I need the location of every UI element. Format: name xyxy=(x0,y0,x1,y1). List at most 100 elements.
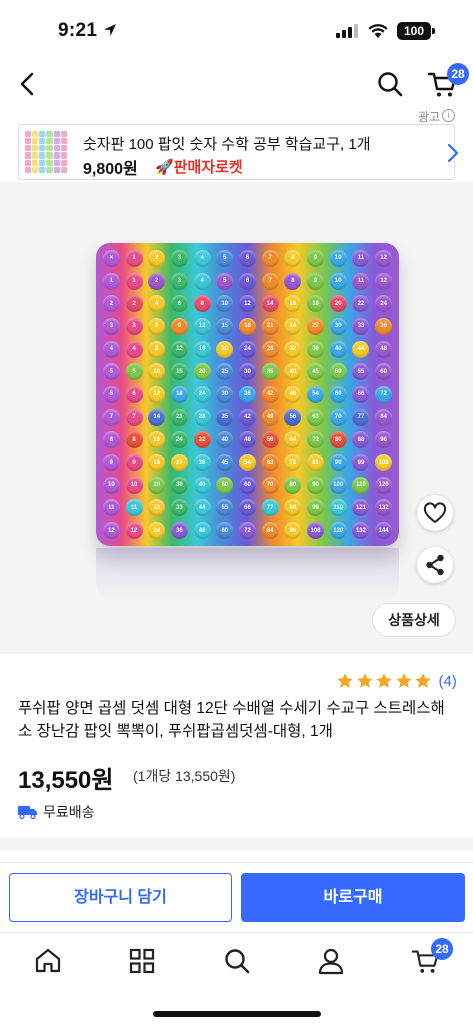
popit-bubble: 10 xyxy=(329,272,347,290)
popit-cell: 28 xyxy=(191,406,214,429)
popit-cell: × xyxy=(100,247,123,270)
popit-cell: 4 xyxy=(123,338,146,361)
popit-cell: 108 xyxy=(304,519,327,542)
cart-count-badge: 28 xyxy=(447,63,469,85)
popit-cell: 7 xyxy=(259,247,282,270)
popit-cell: 72 xyxy=(282,451,305,474)
popit-cell: 108 xyxy=(372,451,395,474)
popit-bubble: 1 xyxy=(125,249,143,267)
shipping-info: 무료배송 xyxy=(18,802,95,822)
popit-bubble: 40 xyxy=(216,431,234,449)
popit-cell: 12 xyxy=(145,383,168,406)
popit-bubble: 24 xyxy=(238,340,256,358)
popit-bubble: 18 xyxy=(148,454,166,472)
popit-bubble: 80 xyxy=(284,476,302,494)
status-time: 9:21 xyxy=(58,20,98,41)
share-button[interactable] xyxy=(417,547,453,583)
info-icon[interactable]: i xyxy=(442,109,455,122)
popit-cell: 27 xyxy=(304,315,327,338)
popit-cell: 5 xyxy=(213,270,236,293)
popit-cell: 20 xyxy=(213,338,236,361)
star-icon xyxy=(376,673,392,688)
popit-bubble: 11 xyxy=(125,499,143,517)
popit-cell: 121 xyxy=(350,497,373,520)
popit-bubble: 56 xyxy=(261,431,279,449)
popit-cell: 33 xyxy=(168,497,191,520)
popit-cell: 63 xyxy=(304,406,327,429)
popit-cell: 7 xyxy=(123,406,146,429)
popit-bubble: 99 xyxy=(352,454,370,472)
popit-cell: 60 xyxy=(236,474,259,497)
rating[interactable]: (4) xyxy=(336,670,457,692)
popit-cell: 1 xyxy=(123,270,146,293)
popit-cell: 36 xyxy=(236,383,259,406)
popit-cell: 35 xyxy=(213,406,236,429)
popit-bubble: 120 xyxy=(329,522,347,540)
popit-bubble: 54 xyxy=(307,385,325,403)
popit-bubble: 16 xyxy=(148,431,166,449)
popit-cell: 56 xyxy=(259,429,282,452)
popit-cell: 30 xyxy=(236,360,259,383)
popit-bubble: 63 xyxy=(261,454,279,472)
popit-bubble: 50 xyxy=(216,476,234,494)
search-tab-icon[interactable] xyxy=(221,945,253,977)
popit-bubble: 42 xyxy=(261,385,279,403)
popit-bubble: 110 xyxy=(352,476,370,494)
popit-bubble: 15 xyxy=(170,363,188,381)
popit-cell: 5 xyxy=(123,360,146,383)
popit-cell: 36 xyxy=(304,338,327,361)
popit-cell: 49 xyxy=(259,406,282,429)
buy-now-button[interactable]: 바로구매 xyxy=(241,873,465,922)
popit-cell: 6 xyxy=(100,383,123,406)
popit-cell: 16 xyxy=(145,429,168,452)
popit-bubble: 30 xyxy=(216,385,234,403)
popit-bubble: 14 xyxy=(261,295,279,313)
popit-cell: 11 xyxy=(350,270,373,293)
popit-bubble: 18 xyxy=(238,317,256,335)
popit-cell: 2 xyxy=(145,270,168,293)
add-to-cart-button[interactable]: 장바구니 담기 xyxy=(9,873,232,922)
product-detail-button[interactable]: 상품상세 xyxy=(372,603,456,637)
product-image[interactable]: × 1 2 3 4 5 6 7 8 9 10 11 12 1 1 2 3 4 5 6 7 8 9 10 11 12 2 2 4 6 8 10 1… xyxy=(0,182,473,654)
home-icon[interactable] xyxy=(32,945,64,977)
popit-cell: 10 xyxy=(213,292,236,315)
popit-cell: 40 xyxy=(327,338,350,361)
popit-bubble: 3 xyxy=(102,317,120,335)
popit-cell: 24 xyxy=(282,315,305,338)
popit-bubble: 5 xyxy=(216,249,234,267)
popit-bubble: 66 xyxy=(352,385,370,403)
popit-bubble: 18 xyxy=(307,295,325,313)
popit-bubble: 72 xyxy=(375,385,393,403)
popit-cell: 9 xyxy=(100,451,123,474)
popit-bubble: 72 xyxy=(307,431,325,449)
popit-cell: 24 xyxy=(191,383,214,406)
popit-cell: 70 xyxy=(259,474,282,497)
popit-bubble: 56 xyxy=(284,408,302,426)
wishlist-button[interactable] xyxy=(417,495,453,531)
popit-cell: 40 xyxy=(191,474,214,497)
user-icon[interactable] xyxy=(315,945,347,977)
popit-cell: 63 xyxy=(259,451,282,474)
popit-bubble: 10 xyxy=(125,476,143,494)
popit-bubble: 24 xyxy=(284,317,302,335)
ad-banner[interactable]: 숫자판 100 팝잇 숫자 수학 공부 학습교구, 1개 9,800원 🚀판매자… xyxy=(18,124,459,180)
tab-cart-count-badge: 28 xyxy=(431,938,453,960)
category-grid-icon[interactable] xyxy=(126,945,158,977)
popit-bubble: 72 xyxy=(238,522,256,540)
popit-cell: 12 xyxy=(100,519,123,542)
section-divider xyxy=(0,838,473,850)
popit-cell: 2 xyxy=(123,292,146,315)
wifi-icon xyxy=(368,24,388,38)
popit-bubble: 3 xyxy=(170,249,188,267)
popit-cell: 18 xyxy=(236,315,259,338)
popit-cell: 8 xyxy=(282,247,305,270)
battery-tip xyxy=(432,28,435,34)
search-icon[interactable] xyxy=(374,68,406,100)
popit-bubble: 24 xyxy=(148,522,166,540)
back-icon[interactable] xyxy=(12,68,44,100)
popit-bubble: 4 xyxy=(148,295,166,313)
popit-cell: 48 xyxy=(236,429,259,452)
popit-bubble: 48 xyxy=(238,431,256,449)
popit-bubble: 20 xyxy=(193,363,211,381)
rating-count[interactable]: (4) xyxy=(439,673,457,690)
